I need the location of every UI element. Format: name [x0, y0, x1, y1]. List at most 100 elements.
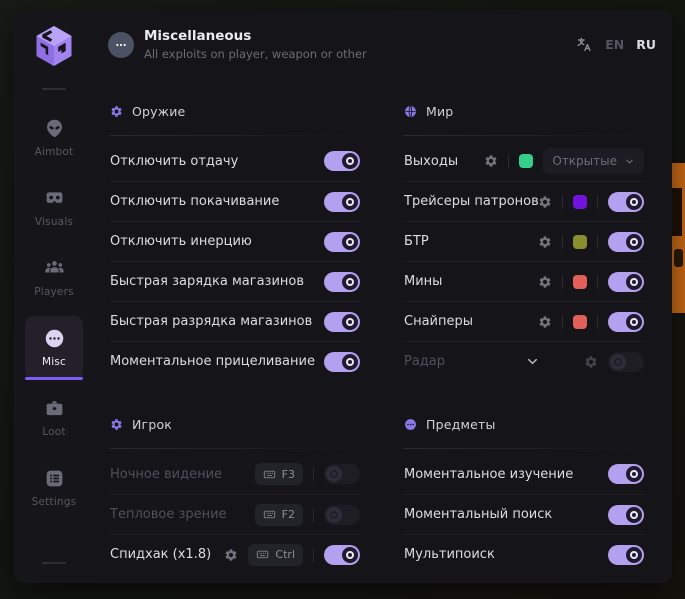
sidebar-item-aimbot[interactable]: Aimbot [25, 106, 83, 170]
hotkey-label: F3 [282, 468, 295, 481]
control-divider [597, 275, 598, 289]
feature-row: Трейсеры патронов [404, 181, 644, 221]
translate-icon[interactable] [576, 36, 593, 53]
toggle-knob [342, 314, 358, 330]
control-divider [313, 508, 314, 522]
hotkey-badge[interactable]: Ctrl [248, 544, 303, 566]
hotkey-badge[interactable]: F3 [255, 463, 303, 485]
gear-icon[interactable] [584, 355, 598, 369]
control-divider [508, 154, 509, 168]
feature-row: Быстрая разрядка магазинов [110, 301, 360, 341]
toggle-knob [326, 466, 342, 482]
control-divider [597, 195, 598, 209]
toggle[interactable] [608, 232, 644, 252]
section-title: Мир [426, 104, 453, 119]
control-divider [313, 548, 314, 562]
vr-goggles-icon [44, 188, 65, 209]
gear-icon[interactable] [538, 315, 552, 329]
game-bg-shape [674, 249, 683, 267]
toggle-knob [342, 234, 358, 250]
sidebar-item-loot[interactable]: Loot [25, 386, 83, 450]
chevron-down-icon [624, 156, 635, 167]
feature-label: Быстрая разрядка магазинов [110, 314, 324, 329]
toggle[interactable] [324, 151, 360, 171]
gear-icon [110, 105, 123, 118]
chevron-down-icon[interactable] [525, 354, 540, 369]
toggle[interactable] [324, 464, 360, 484]
control-divider [597, 315, 598, 329]
toggle[interactable] [608, 464, 644, 484]
toggle-knob [626, 466, 642, 482]
feature-row: БТР [404, 221, 644, 261]
keyboard-icon [256, 548, 269, 561]
section-header-weapon: Оружие [110, 98, 360, 124]
toggle[interactable] [608, 352, 644, 372]
ellipsis-icon [44, 328, 65, 349]
gear-icon[interactable] [538, 235, 552, 249]
section-header-player: Игрок [110, 411, 360, 437]
color-swatch[interactable] [519, 154, 533, 168]
feature-row: Ночное видение F3 [110, 454, 360, 494]
feature-row: Спидхак (x1.8) Ctrl [110, 534, 360, 574]
feature-label: Выходы [404, 154, 484, 169]
toggle-knob [342, 354, 358, 370]
feature-label: Моментальное прицеливание [110, 354, 324, 369]
feature-row: Снайперы [404, 301, 644, 341]
lang-option-en[interactable]: EN [605, 37, 624, 52]
section-header-items: Предметы [404, 411, 644, 437]
feature-label: Тепловое зрение [110, 507, 255, 522]
gear-icon[interactable] [224, 548, 238, 562]
feature-label: Спидхак (x1.8) [110, 547, 224, 562]
feature-row: Быстрая зарядка магазинов [110, 261, 360, 301]
toggle[interactable] [608, 192, 644, 212]
ellipsis-icon [404, 418, 417, 431]
sidebar-item-visuals[interactable]: Visuals [25, 176, 83, 240]
feature-label: Быстрая зарядка магазинов [110, 274, 324, 289]
section-divider [110, 135, 360, 136]
gear-icon[interactable] [484, 154, 498, 168]
toggle-knob [626, 194, 642, 210]
sidebar-item-players[interactable]: Players [25, 246, 83, 310]
feature-row: Моментальное изучение [404, 454, 644, 494]
gear-icon[interactable] [538, 275, 552, 289]
toggle[interactable] [324, 312, 360, 332]
control-divider [562, 315, 563, 329]
briefcase-icon [44, 398, 65, 419]
world-rows: Выходы Открытые Трейсеры па [404, 141, 644, 381]
color-swatch[interactable] [573, 315, 587, 329]
game-background-fragment [672, 163, 685, 313]
toggle[interactable] [608, 312, 644, 332]
toggle[interactable] [608, 272, 644, 292]
control-divider [562, 235, 563, 249]
feature-label: Радар [404, 354, 525, 369]
color-swatch[interactable] [573, 275, 587, 289]
exits-dropdown[interactable]: Открытые [543, 148, 644, 174]
lang-option-ru[interactable]: RU [636, 37, 656, 52]
toggle[interactable] [608, 545, 644, 565]
toggle[interactable] [324, 352, 360, 372]
sidebar-item-settings[interactable]: Settings [25, 456, 83, 520]
hotkey-badge[interactable]: F2 [255, 504, 303, 526]
page-title: Miscellaneous [144, 28, 251, 44]
sidebar-item-label: Misc [42, 356, 66, 368]
toggle[interactable] [324, 505, 360, 525]
toggle[interactable] [324, 545, 360, 565]
sidebar-divider [42, 88, 66, 90]
color-swatch[interactable] [573, 235, 587, 249]
toggle[interactable] [324, 272, 360, 292]
logo-cube-icon [34, 24, 74, 68]
section-divider [110, 448, 360, 449]
feature-label: Отключить инерцию [110, 234, 324, 249]
sidebar-item-misc[interactable]: Misc [25, 316, 83, 380]
color-swatch[interactable] [573, 195, 587, 209]
section-title: Игрок [132, 417, 172, 432]
language-switcher: EN RU [576, 36, 656, 53]
toggle[interactable] [324, 232, 360, 252]
gear-icon[interactable] [538, 195, 552, 209]
toggle[interactable] [324, 192, 360, 212]
feature-row: Мультипоиск [404, 534, 644, 574]
sidebar-item-label: Settings [32, 496, 77, 508]
feature-label: Ночное видение [110, 467, 255, 482]
players-icon [44, 258, 65, 279]
toggle[interactable] [608, 505, 644, 525]
